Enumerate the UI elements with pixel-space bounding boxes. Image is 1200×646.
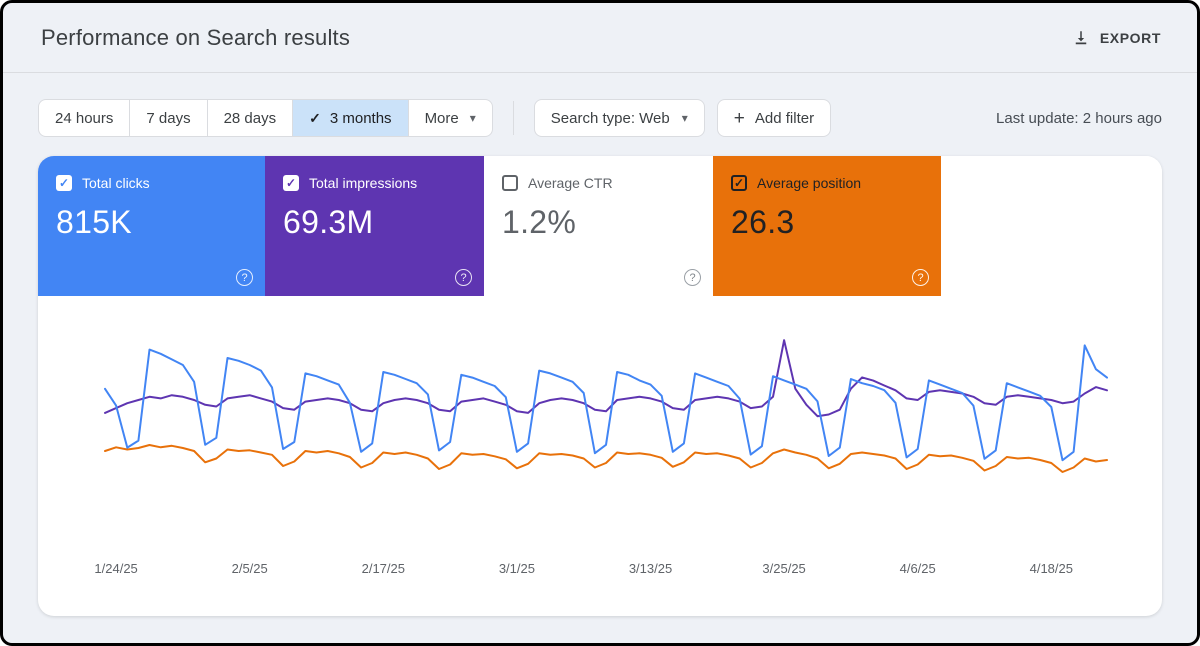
checkbox-checked-icon[interactable]: ✓: [56, 175, 72, 191]
help-icon[interactable]: ?: [912, 269, 929, 286]
app-frame: Performance on Search results EXPORT 24 …: [0, 0, 1200, 646]
search-type-filter[interactable]: Search type: Web ▾: [534, 99, 705, 137]
metric-label-row: ✓ Total impressions: [283, 175, 468, 191]
metric-tile-average-position[interactable]: ✓ Average position 26.3 ?: [713, 156, 941, 296]
x-axis-tick-label: 2/5/25: [232, 561, 268, 576]
metric-label-row: Average CTR: [502, 175, 697, 191]
metric-tile-average-ctr[interactable]: Average CTR 1.2% ?: [484, 156, 713, 296]
download-icon: [1072, 29, 1090, 47]
export-button[interactable]: EXPORT: [1066, 21, 1167, 55]
help-icon[interactable]: ?: [236, 269, 253, 286]
metric-tile-total-impressions[interactable]: ✓ Total impressions 69.3M ?: [265, 156, 484, 296]
metric-label: Total impressions: [309, 175, 417, 191]
metric-tile-total-clicks[interactable]: ✓ Total clicks 815K ?: [38, 156, 265, 296]
x-axis-tick-label: 1/24/25: [94, 561, 137, 576]
vertical-divider: [513, 101, 514, 135]
check-icon: ✓: [734, 176, 744, 190]
performance-chart[interactable]: 1/24/25 2/5/25 2/17/25 3/1/25 3/13/25 3/25/25…: [38, 296, 1162, 616]
search-type-label: Search type: Web: [551, 110, 670, 127]
date-range-24-hours[interactable]: 24 hours: [38, 99, 130, 137]
date-range-label: More: [425, 110, 459, 127]
date-range-label: 24 hours: [55, 110, 113, 127]
date-range-more[interactable]: More ▾: [408, 99, 493, 137]
metric-label-row: ✓ Average position: [731, 175, 925, 191]
checkbox-unchecked-icon[interactable]: [502, 175, 518, 191]
x-axis-tick-label: 3/25/25: [762, 561, 805, 576]
help-icon[interactable]: ?: [455, 269, 472, 286]
metric-value: 815K: [56, 204, 249, 241]
page-title: Performance on Search results: [41, 25, 350, 51]
date-range-label: 3 months: [330, 110, 392, 127]
plus-icon: +: [734, 109, 745, 128]
x-axis-tick-label: 4/18/25: [1030, 561, 1073, 576]
date-range-label: 7 days: [146, 110, 190, 127]
check-icon: ✓: [309, 110, 321, 127]
x-axis-tick-label: 3/13/25: [629, 561, 672, 576]
series-line-total-clicks: [105, 345, 1107, 460]
export-label: EXPORT: [1100, 30, 1161, 46]
check-icon: ✓: [286, 176, 296, 190]
series-line-average-position: [105, 445, 1107, 472]
performance-card: ✓ Total clicks 815K ? ✓ Total impression…: [38, 156, 1162, 616]
date-range-3-months[interactable]: ✓ 3 months: [292, 99, 408, 137]
date-range-7-days[interactable]: 7 days: [129, 99, 207, 137]
metric-tiles: ✓ Total clicks 815K ? ✓ Total impression…: [38, 156, 1162, 296]
series-line-total-impressions: [105, 340, 1107, 416]
metric-value: 1.2%: [502, 204, 697, 241]
tiles-filler: [941, 156, 1162, 296]
help-icon[interactable]: ?: [684, 269, 701, 286]
date-range-selector: 24 hours 7 days 28 days ✓ 3 months More …: [38, 99, 493, 137]
add-filter-button[interactable]: + Add filter: [717, 99, 831, 137]
chevron-down-icon: ▾: [470, 111, 476, 125]
metric-label: Total clicks: [82, 175, 150, 191]
check-icon: ✓: [59, 176, 69, 190]
date-range-28-days[interactable]: 28 days: [207, 99, 294, 137]
page-header: Performance on Search results EXPORT: [3, 3, 1197, 73]
checkbox-checked-icon[interactable]: ✓: [283, 175, 299, 191]
x-axis-tick-label: 2/17/25: [362, 561, 405, 576]
date-range-label: 28 days: [224, 110, 277, 127]
metric-label-row: ✓ Total clicks: [56, 175, 249, 191]
filter-bar: 24 hours 7 days 28 days ✓ 3 months More …: [3, 73, 1197, 137]
chevron-down-icon: ▾: [682, 111, 688, 125]
metric-label: Average CTR: [528, 175, 613, 191]
chart-area: 1/24/25 2/5/25 2/17/25 3/1/25 3/13/25 3/25/25…: [38, 296, 1162, 616]
x-axis-tick-label: 3/1/25: [499, 561, 535, 576]
last-update-text: Last update: 2 hours ago: [996, 110, 1162, 127]
metric-value: 26.3: [731, 204, 925, 241]
x-axis-tick-label: 4/6/25: [900, 561, 936, 576]
metric-value: 69.3M: [283, 204, 468, 241]
add-filter-label: Add filter: [755, 110, 814, 127]
metric-label: Average position: [757, 175, 861, 191]
checkbox-checked-icon[interactable]: ✓: [731, 175, 747, 191]
